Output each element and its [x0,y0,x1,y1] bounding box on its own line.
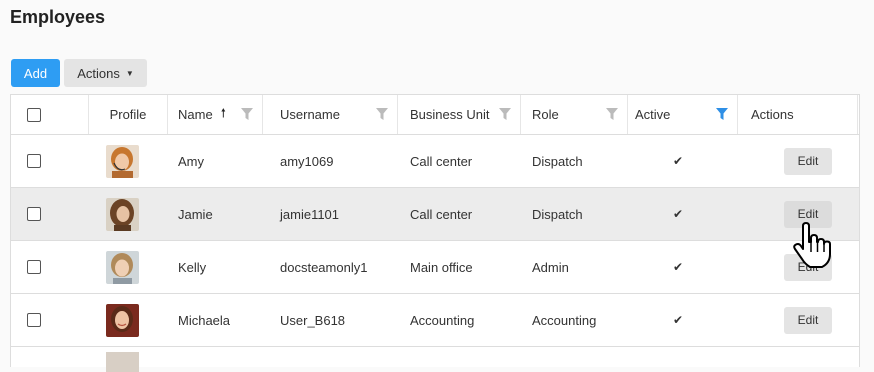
active-cell: ✔ [628,135,738,187]
toolbar: Add Actions ▼ [11,59,147,87]
active-cell: ✔ [628,188,738,240]
select-all-checkbox[interactable] [27,107,41,122]
table-row[interactable]: Amy amy1069 Call center Dispatch ✔ Edit [11,135,859,188]
actions-dropdown-button[interactable]: Actions ▼ [64,59,147,87]
header-select-all-cell [11,95,89,134]
profile-cell [89,347,168,372]
active-cell: ✔ [628,294,738,346]
row-select-cell [11,241,89,293]
role-cell: Admin [532,259,569,275]
avatar [106,197,139,231]
profile-cell [89,241,168,293]
role-cell: Dispatch [532,153,583,169]
filter-icon[interactable] [241,108,253,123]
active-filter-icon[interactable] [716,108,728,123]
caret-down-icon: ▼ [125,68,134,78]
header-active-label: Active [635,107,671,122]
header-role[interactable]: Role [521,95,628,134]
employees-grid: Profile Name 🠕 Username Business Unit Ro… [10,94,860,372]
grid-header-row: Profile Name 🠕 Username Business Unit Ro… [11,95,859,135]
business-unit-cell: Call center [410,153,473,169]
header-business-unit[interactable]: Business Unit [398,95,521,134]
profile-cell [89,294,168,346]
edit-button[interactable]: Edit [784,147,832,175]
header-actions-label: Actions [751,107,794,122]
header-role-label: Role [532,107,559,122]
business-unit-cell: Call center [410,206,473,222]
username-cell: docsteamonly1 [280,259,368,275]
row-checkbox[interactable] [27,207,41,221]
header-name[interactable]: Name 🠕 [168,95,263,134]
name-cell: Michaela [178,312,231,328]
header-profile: Profile [89,95,168,134]
edit-button[interactable]: Edit [784,306,832,334]
avatar [106,250,139,284]
business-unit-cell: Main office [410,259,473,275]
profile-cell [89,135,168,187]
table-row[interactable] [11,347,859,372]
row-checkbox[interactable] [27,154,41,168]
header-actions: Actions [738,95,858,134]
actions-cell: Edit [738,135,858,187]
active-cell: ✔ [628,241,738,293]
header-active[interactable]: Active [628,95,738,134]
row-checkbox[interactable] [27,313,41,327]
role-cell: Accounting [532,312,597,328]
actions-cell: Edit [738,294,858,346]
row-select-cell [11,347,89,367]
header-username[interactable]: Username [263,95,398,134]
header-business-unit-label: Business Unit [410,107,490,122]
username-cell: amy1069 [280,153,334,169]
checkmark-icon: ✔ [672,154,684,168]
header-name-label: Name [178,107,213,122]
table-row[interactable]: Jamie jamie1101 Call center Dispatch ✔ E… [11,188,859,241]
filter-icon[interactable] [499,108,511,123]
filter-icon[interactable] [376,108,388,123]
row-select-cell [11,188,89,240]
username-cell: jamie1101 [280,206,340,222]
username-cell: User_B618 [280,312,346,328]
checkmark-icon: ✔ [672,313,684,327]
header-profile-label: Profile [109,107,147,122]
header-username-label: Username [280,107,340,122]
add-button[interactable]: Add [11,59,60,87]
profile-cell [89,188,168,240]
role-cell: Dispatch [532,206,583,222]
hand-pointer-cursor-icon [792,222,834,275]
row-select-cell [11,294,89,346]
name-cell: Kelly [178,259,207,275]
name-cell: Amy [178,153,204,169]
page-title: Employees [10,7,106,27]
business-unit-cell: Accounting [410,312,475,328]
sort-ascending-icon: 🠕 [220,106,226,120]
table-row[interactable]: Michaela User_B618 Accounting Accounting… [11,294,859,347]
row-checkbox[interactable] [27,260,41,274]
avatar [106,144,139,178]
avatar [106,352,139,372]
row-select-cell [11,135,89,187]
checkmark-icon: ✔ [672,260,684,274]
checkmark-icon: ✔ [672,207,684,221]
avatar [106,303,139,337]
filter-icon[interactable] [606,108,618,123]
name-cell: Jamie [178,206,213,222]
table-row[interactable]: Kelly docsteamonly1 Main office Admin ✔ … [11,241,859,294]
actions-button-label: Actions [77,65,120,81]
